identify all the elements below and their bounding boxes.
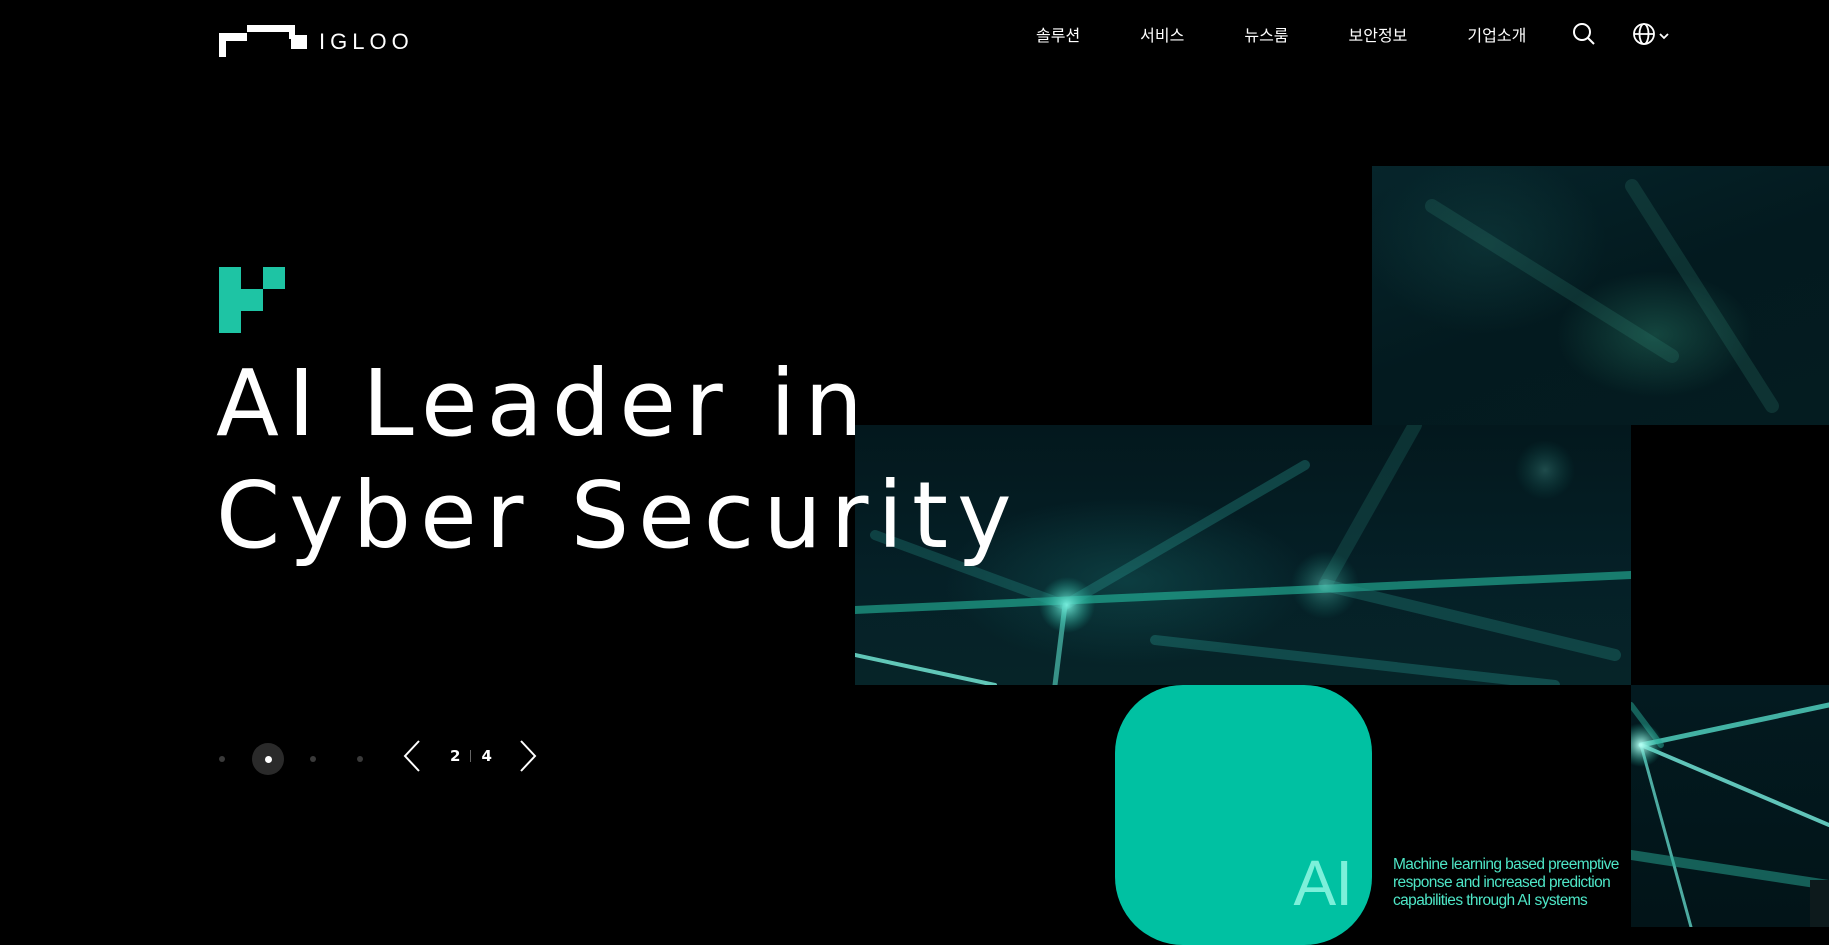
language-selector[interactable] xyxy=(1632,22,1670,46)
slider-prev-button[interactable] xyxy=(402,739,422,777)
scroll-tab[interactable] xyxy=(1810,880,1829,927)
nav-item-services[interactable]: 서비스 xyxy=(1140,22,1184,46)
slide-counter: 2 4 xyxy=(450,747,492,765)
nav-item-security-info[interactable]: 보안정보 xyxy=(1349,22,1408,46)
slide-current: 2 xyxy=(450,747,461,765)
chevron-down-icon xyxy=(1659,33,1669,40)
nav-item-about[interactable]: 기업소개 xyxy=(1467,22,1526,46)
counter-separator xyxy=(470,750,472,762)
main-nav: 솔루션 서비스 뉴스룸 보안정보 기업소개 xyxy=(1036,22,1670,46)
slider-dot-3[interactable] xyxy=(310,756,316,762)
hero-title-line-2: Cyber Security xyxy=(216,462,1021,569)
slider-dot-4[interactable] xyxy=(357,756,363,762)
hero-logo-mark xyxy=(219,267,285,333)
network-image-tile-bottom-right xyxy=(1631,685,1829,927)
search-button[interactable] xyxy=(1572,22,1596,46)
logo-text: IGLOO xyxy=(319,29,414,54)
slider-dot-1[interactable] xyxy=(219,756,225,762)
ai-card-label: AI xyxy=(1293,847,1353,919)
chevron-left-icon xyxy=(403,740,420,772)
hero-title-line-1: AI Leader in xyxy=(216,350,872,457)
slider-dot-2-active[interactable] xyxy=(252,743,284,775)
nav-item-newsroom[interactable]: 뉴스룸 xyxy=(1244,22,1288,46)
chevron-right-icon xyxy=(520,740,537,772)
ai-feature-description: Machine learning based preemptive respon… xyxy=(1393,855,1619,909)
nav-item-solutions[interactable]: 솔루션 xyxy=(1036,22,1080,46)
slider-next-button[interactable] xyxy=(518,739,538,777)
globe-icon xyxy=(1633,23,1656,45)
slide-total: 4 xyxy=(481,747,492,765)
network-image-tile-top xyxy=(1372,166,1829,425)
igloo-logo-mark xyxy=(219,25,309,57)
hero-title: AI Leader in Cyber Security xyxy=(216,348,1021,572)
ai-feature-card: AI xyxy=(1115,685,1372,945)
igloo-logo[interactable]: IGLOO xyxy=(219,25,414,57)
search-icon xyxy=(1573,23,1596,45)
